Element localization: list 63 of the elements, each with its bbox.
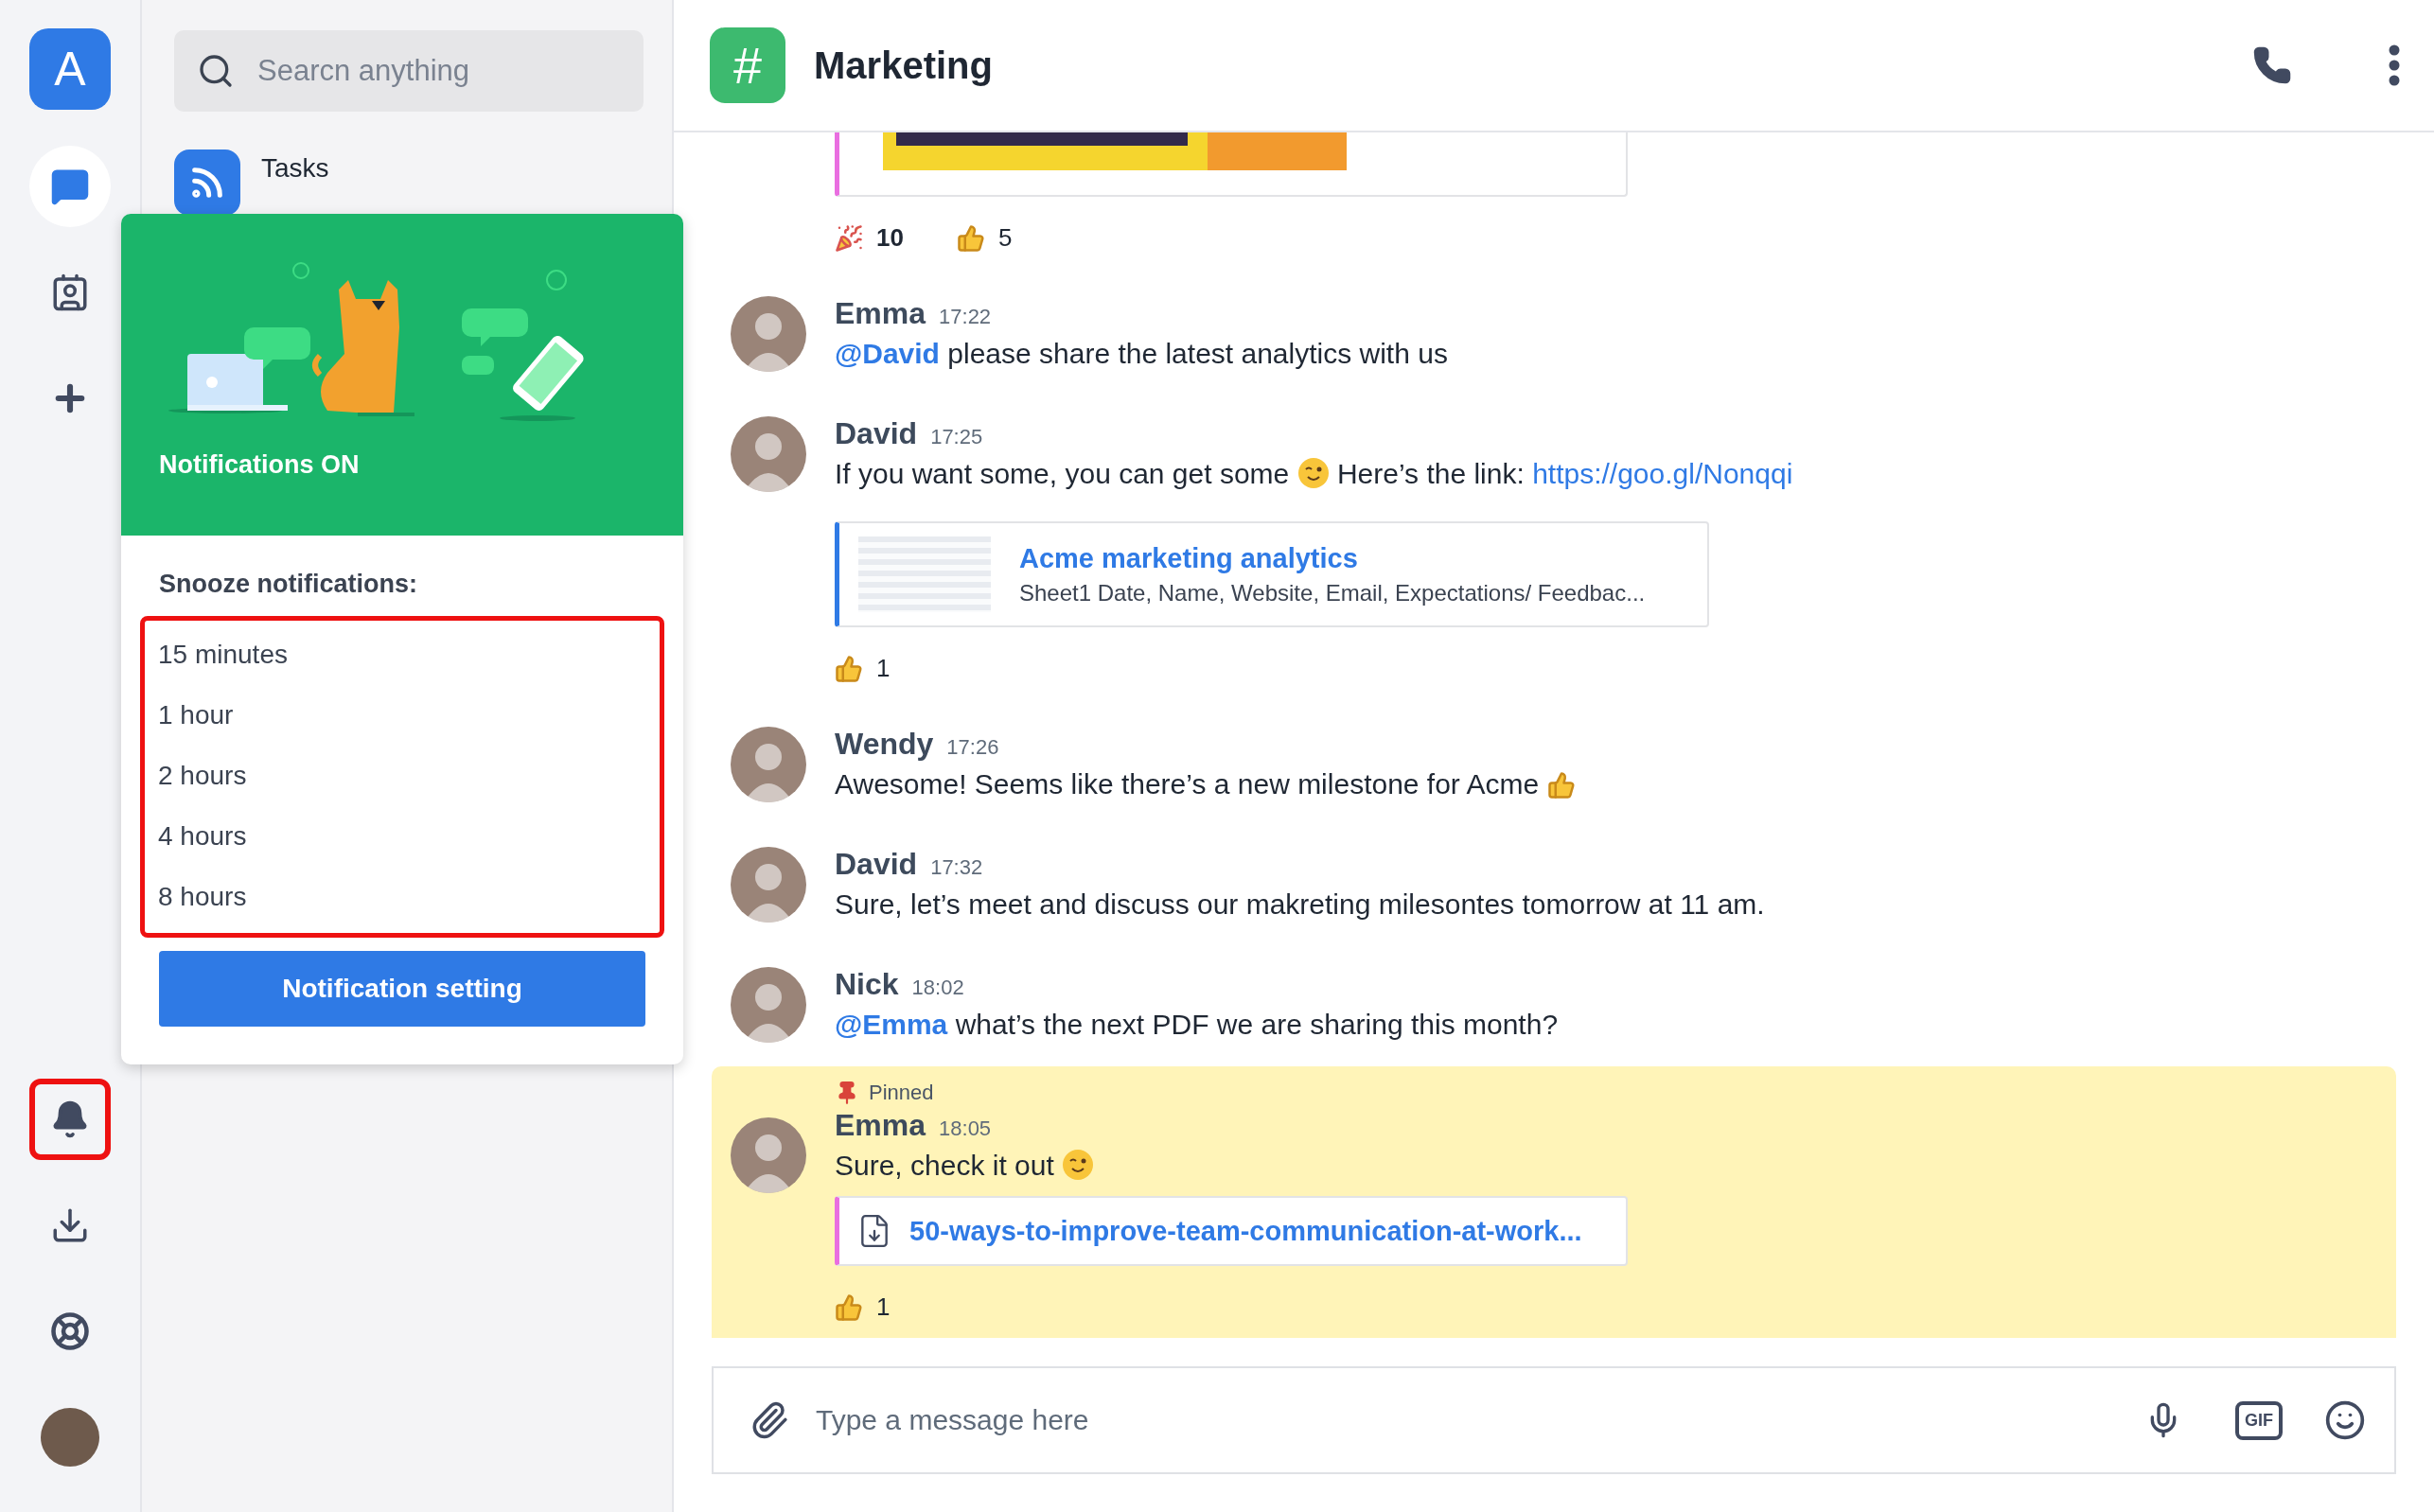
rail-button[interactable] [29, 1079, 111, 1160]
lifebuoy-icon [50, 1311, 90, 1351]
workspace-logo[interactable]: A [29, 28, 111, 110]
file-name-link[interactable]: 50-ways-to-improve-team-communication-at-work... [909, 1215, 1582, 1247]
message-text: Awesome! Seems like there’s a new milestone for Acme [835, 765, 2377, 803]
notification-setting-button[interactable]: Notification setting [159, 951, 645, 1027]
image-attachment-card[interactable] [835, 132, 1628, 197]
message-composer[interactable]: Type a message here GIF [712, 1366, 2396, 1474]
author-name: Wendy [835, 727, 934, 762]
message-text: Sure, check it out [835, 1147, 2377, 1185]
message-input-field[interactable]: Type a message here [814, 1391, 2103, 1450]
popup-title: Notifications ON [159, 450, 361, 480]
smiley-icon [2324, 1399, 2366, 1441]
gif-button[interactable]: GIF [2235, 1400, 2283, 1440]
message-text: @Emma what’s the next PDF we are sharing this month? [835, 1008, 1560, 1042]
message-text: Sure, let’s meet and discuss our makreting milesontes tomorrow at 11 am. [835, 888, 1766, 922]
snooze-option[interactable]: 4 hours [145, 806, 660, 867]
message-time: 18:02 [911, 976, 964, 1000]
thumbs-up-icon [835, 1292, 863, 1322]
author-name: Nick [835, 967, 899, 1002]
preview-title: Acme marketing analytics [1019, 542, 1359, 574]
pinned-label: Pinned [869, 1081, 934, 1105]
channel-title: Tasks [261, 153, 329, 184]
party-popper-icon [835, 223, 863, 253]
channel-icon: # [710, 27, 785, 103]
message-time: 18:05 [939, 1116, 992, 1141]
url-link[interactable]: https://goo.gl/Nonqqi [1532, 458, 1793, 489]
snooze-option[interactable]: 15 minutes [145, 624, 660, 685]
message-time: 17:25 [930, 425, 983, 449]
thumbs-up-icon [835, 654, 863, 683]
preview-description: Sheet1 Date, Name, Website, Email, Expectations/ Feedbac... [1019, 579, 1646, 607]
contact-book-icon [50, 273, 90, 312]
message-time: 17:22 [939, 305, 992, 329]
reaction-button[interactable]: 1 [835, 1292, 891, 1322]
snooze-option[interactable]: 8 hours [145, 867, 660, 927]
winking-face-icon [1062, 1149, 1095, 1181]
snooze-heading: Snooze notifications: [159, 570, 418, 599]
link-preview-card[interactable]: Acme marketing analytics Sheet1 Date, Name, Website, Email, Expectations/ Feedbac... [835, 521, 1709, 627]
thumbs-up-icon [956, 223, 985, 253]
author-name: Emma [835, 1108, 926, 1143]
mention-link[interactable]: @David [835, 338, 940, 369]
phone-icon [2252, 45, 2292, 85]
message-text: If you want some, you can get some Here’s the link: https://goo.gl/Nonqqi [835, 456, 1794, 491]
more-icon [2389, 44, 2400, 86]
channel-name: Marketing [814, 44, 994, 87]
winking-face-icon [1296, 457, 1330, 489]
snooze-option[interactable]: 2 hours [145, 746, 660, 806]
author-name: David [835, 847, 918, 882]
author-name: Emma [835, 296, 926, 331]
reaction-button[interactable]: 10 [835, 223, 904, 253]
thumbs-up-icon [1546, 771, 1576, 800]
reaction-button[interactable]: 5 [956, 223, 1013, 253]
snooze-option[interactable]: 1 hour [145, 685, 660, 746]
feed-icon [174, 149, 240, 216]
search-field[interactable]: Searcn anything [174, 30, 644, 112]
message-time: 17:26 [946, 735, 999, 760]
file-attachment-card[interactable]: 50-ways-to-improve-team-communication-at-work... [835, 1196, 1628, 1266]
message-time: 17:32 [930, 855, 983, 880]
mention-link[interactable]: @Emma [835, 1009, 948, 1040]
author-name: David [835, 416, 918, 451]
message-text: @David please share the latest analytics with us [835, 337, 1449, 371]
search-icon [197, 52, 235, 90]
reaction-button[interactable]: 1 [835, 654, 891, 683]
